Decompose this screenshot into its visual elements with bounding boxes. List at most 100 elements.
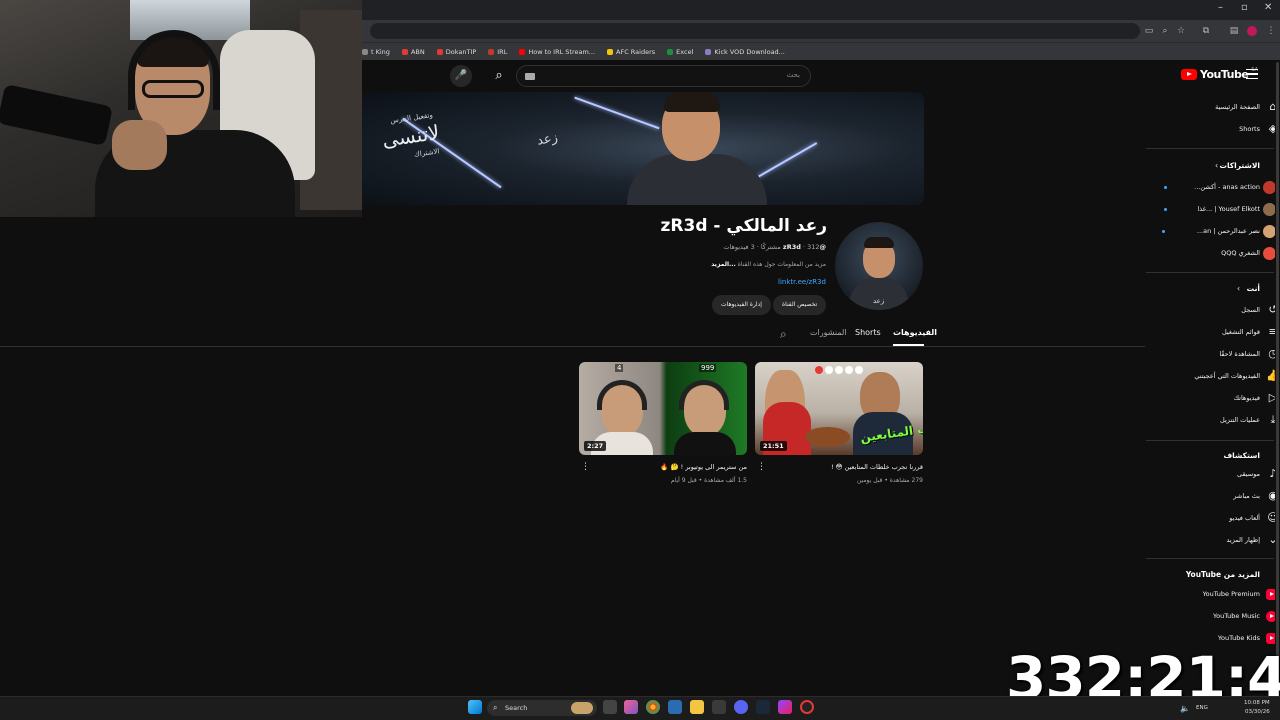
sidebar-item-label: السجل xyxy=(1241,306,1260,314)
clock-date[interactable]: 03/30/26 xyxy=(1245,709,1270,715)
browser-menu-icon[interactable]: ⋮ xyxy=(1266,26,1276,36)
language-indicator[interactable]: ENG xyxy=(1196,705,1208,711)
you-heading[interactable]: أنت xyxy=(1247,284,1260,293)
video-menu-icon[interactable]: ⋮ xyxy=(581,463,590,472)
tab-search-icon[interactable]: ▤ xyxy=(1229,26,1239,36)
zoom-icon[interactable]: ⌕ xyxy=(1160,26,1170,36)
sidebar-item-you[interactable]: ⤓ عمليات التنزيل xyxy=(1146,411,1280,431)
sidebar-item-you[interactable]: ▷ فيديوهاتك xyxy=(1146,389,1280,409)
video-thumbnail[interactable]: 4 999 2:27 xyxy=(579,362,747,455)
sidebar-item-subscription[interactable]: anas action - أكشن... xyxy=(1146,178,1280,198)
voice-search-button[interactable]: 🎤 xyxy=(450,65,472,87)
sidebar-item-explore[interactable]: ⌄ إظهار المزيد xyxy=(1146,531,1280,551)
bookmark-item[interactable]: t King xyxy=(362,48,390,56)
thumb-badge-right: 999 xyxy=(699,364,717,372)
sidebar-item-subscription[interactable]: نصر عبدالرحمن | an... xyxy=(1146,222,1280,242)
clock-time[interactable]: 10:08 PM xyxy=(1244,700,1270,706)
sidebar-item-more[interactable]: YouTube Premium xyxy=(1146,585,1280,605)
taskbar-search[interactable]: ⌕ Search xyxy=(487,700,597,716)
bookmark-star-icon[interactable]: ☆ xyxy=(1176,26,1186,36)
discord-icon[interactable] xyxy=(734,700,748,714)
copilot-icon[interactable] xyxy=(624,700,638,714)
sidebar-item-label: الصفحة الرئيسية xyxy=(1215,103,1260,111)
tab-shorts[interactable]: Shorts xyxy=(855,328,881,337)
channel-link[interactable]: linktr.ee/zR3d xyxy=(778,278,826,286)
chrome-icon[interactable] xyxy=(646,700,660,714)
more-link[interactable]: ...المزيد xyxy=(711,261,736,268)
bookmark-item[interactable]: IRL xyxy=(488,48,507,56)
obs-icon[interactable] xyxy=(800,700,814,714)
bookmark-item[interactable]: Kick VOD Download... xyxy=(705,48,785,56)
keyboard-icon[interactable] xyxy=(525,73,535,80)
explore-heading[interactable]: استكشاف xyxy=(1223,451,1260,460)
sidebar-divider xyxy=(1146,558,1274,559)
start-icon[interactable] xyxy=(468,700,482,714)
sidebar-item-you[interactable]: ≡ قوائم التشغيل xyxy=(1146,323,1280,343)
sidebar-item-label: بث مباشر xyxy=(1233,492,1260,500)
search-icon: ⌕ xyxy=(493,703,498,712)
video-title[interactable]: من ستريمر الى يوتيوبر ! 🤔 🔥 xyxy=(660,463,747,471)
subscriptions-heading[interactable]: الاشتراكات xyxy=(1219,161,1260,170)
webcam-glasses xyxy=(142,80,204,98)
sidebar-item-label: YouTube Music xyxy=(1213,612,1260,620)
sidebar-item-explore[interactable]: ♪ موسيقى xyxy=(1146,465,1280,485)
channel-description[interactable]: مزيد من المعلومات حول هذه القناة ...المز… xyxy=(711,261,826,268)
video-thumbnail[interactable]: خلطات المتابعين 21:51 xyxy=(755,362,923,455)
sidebar-item-label: anas action - أكشن... xyxy=(1194,183,1260,191)
sidebar-item-main[interactable]: ◈ Shorts xyxy=(1146,120,1280,140)
search-input[interactable]: بحث xyxy=(516,65,811,87)
file-explorer-icon[interactable] xyxy=(690,700,704,714)
url-field[interactable] xyxy=(370,23,1140,39)
video-menu-icon[interactable]: ⋮ xyxy=(757,463,766,472)
channel-avatar[interactable]: زعد xyxy=(835,222,923,310)
steam-icon[interactable] xyxy=(756,700,770,714)
bookmark-item[interactable]: How to IRL Stream... xyxy=(519,48,595,56)
chevron-right-icon[interactable]: › xyxy=(1215,161,1218,170)
extensions-icon[interactable]: ⧉ xyxy=(1201,26,1211,36)
bookmark-favicon-icon xyxy=(667,48,674,55)
more-from-youtube-heading[interactable]: المزيد من YouTube xyxy=(1186,570,1260,579)
store-icon[interactable] xyxy=(712,700,726,714)
tab-videos[interactable]: الفيديوهات xyxy=(893,328,937,337)
webcam-overlay xyxy=(0,0,362,217)
cast-icon[interactable]: ▭ xyxy=(1144,26,1154,36)
hamburger-menu-icon[interactable] xyxy=(1246,69,1258,79)
sidebar-item-main[interactable]: ⌂ الصفحة الرئيسية xyxy=(1146,98,1280,118)
task-view-icon[interactable] xyxy=(603,700,617,714)
sidebar-item-you[interactable]: ◷ المشاهدة لاحقًا xyxy=(1146,345,1280,365)
thumb-headset-right xyxy=(679,380,729,410)
app-icon[interactable] xyxy=(778,700,792,714)
tab-posts[interactable]: المنشورات xyxy=(810,328,847,337)
bookmark-item[interactable]: DokanTIP xyxy=(436,48,476,56)
sidebar-divider xyxy=(1146,272,1274,273)
scrollbar-thumb[interactable] xyxy=(1276,62,1279,662)
youtube-play-icon xyxy=(1181,69,1197,80)
active-tab-indicator xyxy=(893,344,924,346)
sidebar-item-explore[interactable]: ☺ ألعاب فيديو xyxy=(1146,509,1280,529)
screen: – ▫ ✕ ▭ ⌕ ☆ ⧉ ▤ ⋮ t King ABN DokanTIP IRL Ho… xyxy=(0,0,1280,720)
search-highlight-icon xyxy=(571,702,593,714)
sidebar-item-subscription[interactable]: الشغري QQQ xyxy=(1146,244,1280,264)
search-button[interactable]: ⌕ xyxy=(484,65,514,87)
bookmark-item[interactable]: Excel xyxy=(667,48,693,56)
sidebar-item-you[interactable]: ↺ السجل xyxy=(1146,301,1280,321)
video-title[interactable]: قررنا نجرب خلطات المتابعين 😳 ! xyxy=(831,463,923,471)
bookmark-item[interactable]: AFC Raiders xyxy=(607,48,655,56)
close-icon[interactable]: ✕ xyxy=(1264,2,1272,13)
sidebar-item-you[interactable]: 👍 الفيديوهات التي أعجبتني xyxy=(1146,367,1280,387)
sidebar-item-more[interactable]: YouTube Music xyxy=(1146,607,1280,627)
sidebar-item-subscription[interactable]: Yousef Elkott | ...غذا xyxy=(1146,200,1280,220)
bookmark-favicon-icon xyxy=(705,48,712,55)
minimize-icon[interactable]: – xyxy=(1218,2,1223,13)
volume-icon[interactable]: 🔈 xyxy=(1180,704,1190,713)
manage-videos-button[interactable]: إدارة الفيديوهات xyxy=(712,295,771,315)
customize-channel-button[interactable]: تخصيص القناة xyxy=(773,295,827,315)
search-placeholder: بحث xyxy=(786,71,800,79)
profile-avatar[interactable] xyxy=(1247,26,1257,36)
chevron-right-icon[interactable]: › xyxy=(1237,284,1240,293)
sidebar-item-explore[interactable]: ◉ بث مباشر xyxy=(1146,487,1280,507)
mail-icon[interactable] xyxy=(668,700,682,714)
maximize-icon[interactable]: ▫ xyxy=(1241,2,1248,13)
bookmark-item[interactable]: ABN xyxy=(401,48,425,56)
channel-search-icon[interactable]: ⌕ xyxy=(780,327,787,342)
